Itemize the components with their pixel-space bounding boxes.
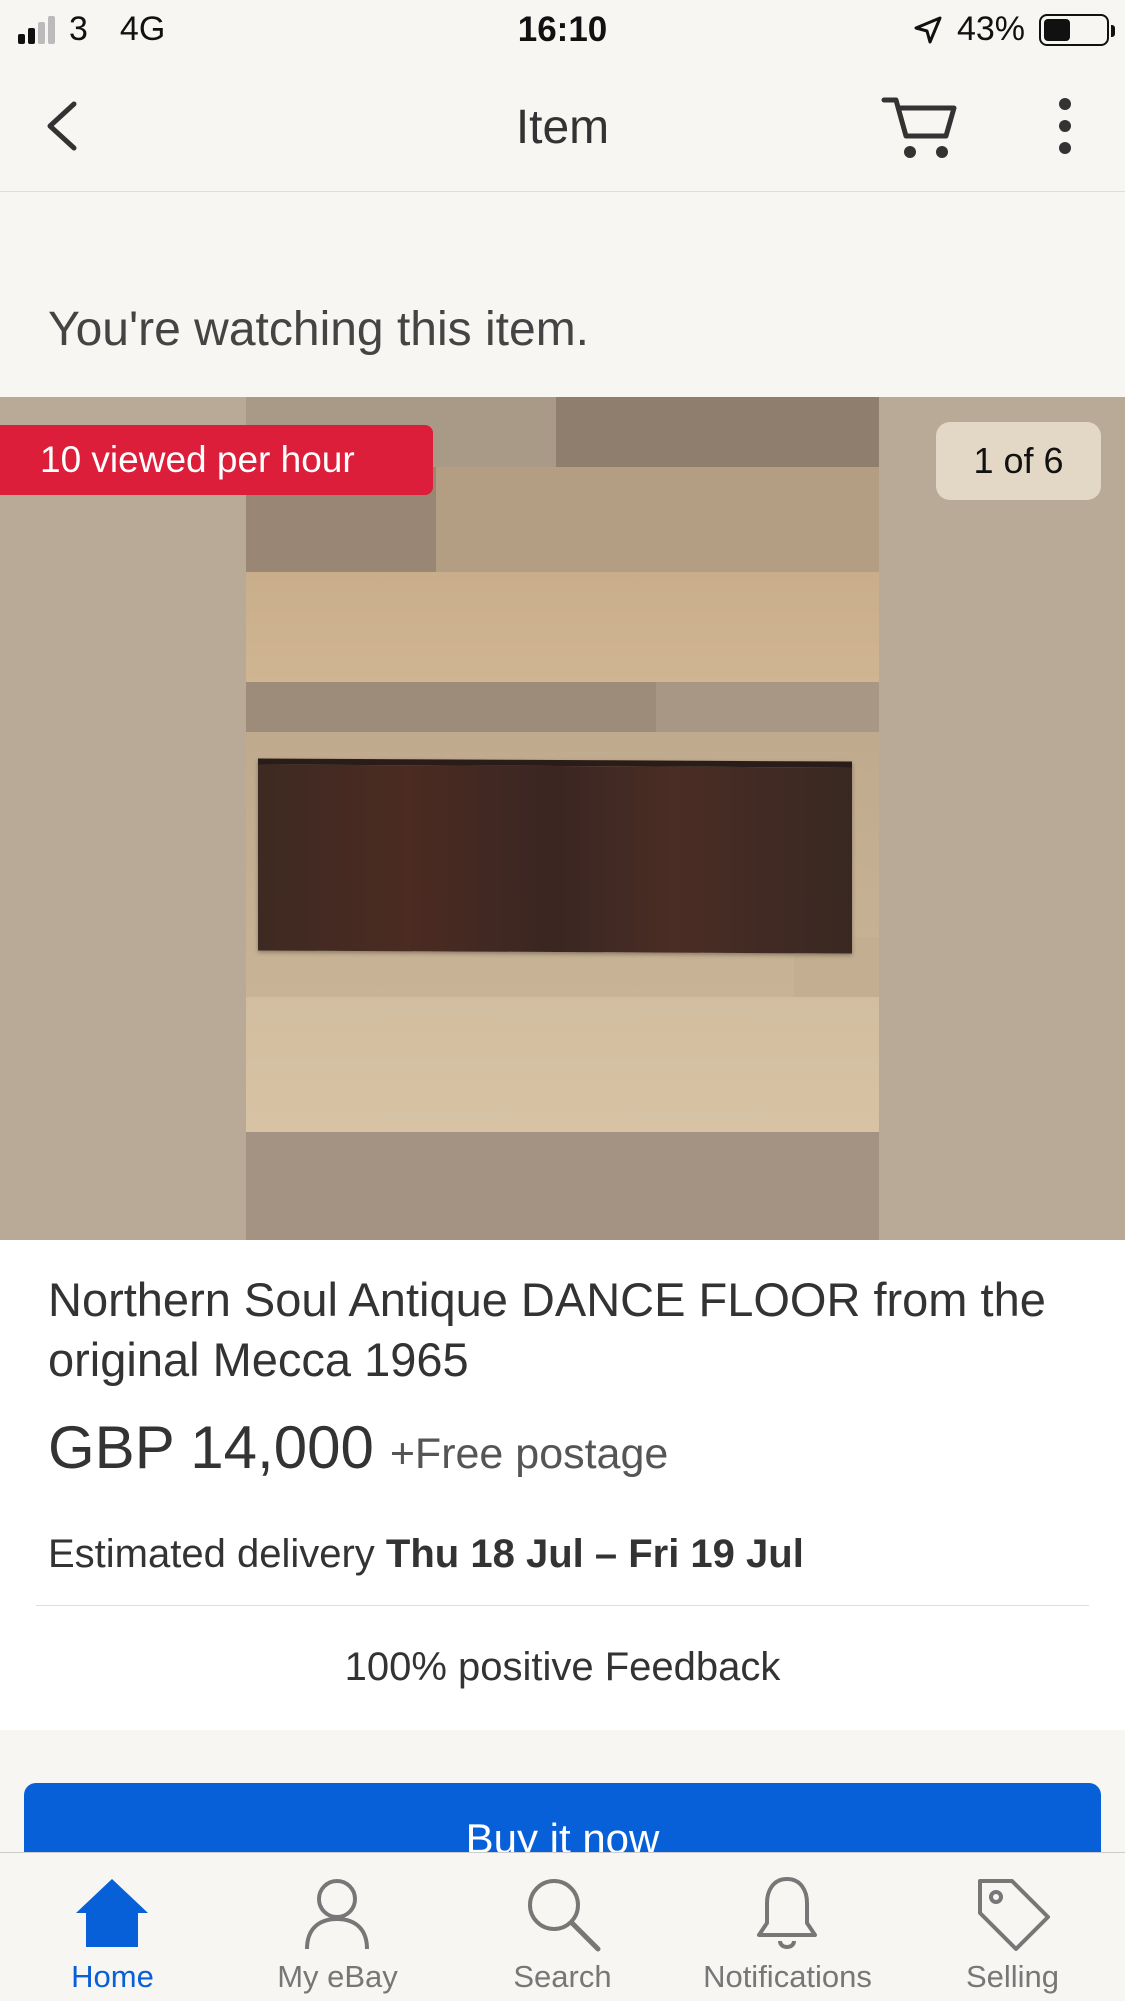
item-title: Northern Soul Antique DANCE FLOOR from t… [48,1273,1046,1386]
wooden-floor-piece [258,758,852,954]
postage-info: +Free postage [389,1430,669,1478]
home-icon [76,1879,148,1947]
search-icon [528,1879,601,1952]
cart-button[interactable] [880,90,960,162]
buy-it-now-button[interactable]: Buy it now [24,1783,1101,1852]
viewed-per-hour-badge: 10 viewed per hour [0,425,433,495]
tab-notifications[interactable]: Notifications [675,1853,900,2001]
battery-percent: 43% [956,10,1025,48]
watching-banner: You're watching this item. [0,192,1125,397]
tab-my-ebay[interactable]: My eBay [225,1853,450,2001]
cart-icon [881,97,957,158]
item-price: GBP 14,000 [48,1414,374,1481]
delivery-label: Estimated delivery [48,1532,375,1576]
delivery-estimate: Estimated delivery Thu 18 Jul – Fri 19 J… [48,1532,804,1577]
price-row: GBP 14,000 +Free postage [48,1413,668,1482]
tab-label: Selling [965,1959,1060,1994]
user-icon [305,1879,369,1950]
bell-icon [757,1877,817,1949]
seller-feedback[interactable]: 100% positive Feedback [0,1645,1125,1690]
item-details: Northern Soul Antique DANCE FLOOR from t… [0,1240,1125,1730]
image-counter-badge: 1 of 6 [936,422,1101,500]
battery-icon [1039,13,1115,46]
location-arrow-icon [914,16,942,43]
divider [36,1605,1089,1606]
more-vertical-icon [1059,98,1071,154]
status-right: 43% [913,10,1115,49]
nav-bar: Item [0,62,1125,192]
watching-text: You're watching this item. [48,303,590,356]
battery-fill [1044,18,1070,41]
tab-search[interactable]: Search [450,1853,675,2001]
tab-bar: Home My eBay Search Notifications Sellin… [0,1852,1125,2001]
delivery-dates: Thu 18 Jul – Fri 19 Jul [385,1532,804,1576]
tab-selling[interactable]: Selling [900,1853,1125,2001]
tag-icon [978,1879,1050,1951]
tab-home[interactable]: Home [0,1853,225,2001]
tab-label: Notifications [703,1959,872,1994]
buy-area: Buy it now [0,1730,1125,1852]
tab-label: My eBay [277,1959,398,1994]
status-bar: 3 4G 16:10 43% [0,0,1125,62]
image-gallery[interactable]: 10 viewed per hour 1 of 6 [0,397,1125,1240]
more-options-button[interactable] [1040,96,1090,156]
tab-label: Home [71,1959,154,1994]
tab-label: Search [513,1959,612,1994]
